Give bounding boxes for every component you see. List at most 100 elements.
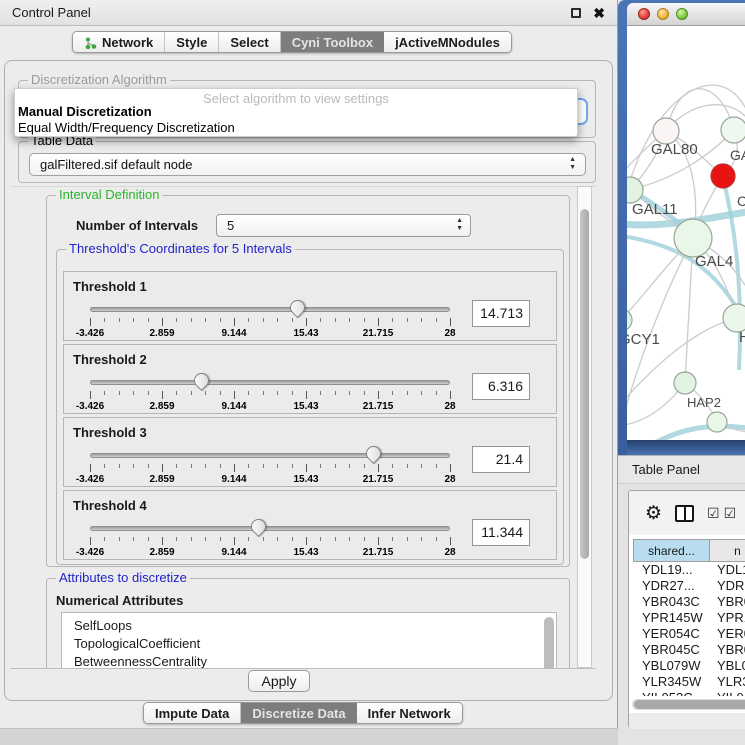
list-scrollbar-thumb[interactable] [544,617,554,668]
tick-mark [263,391,264,395]
slider-track[interactable] [90,526,450,531]
tick-mark [263,464,264,468]
threshold-4-value-field[interactable]: 11.344 [472,519,530,546]
mac-minimize-button[interactable] [657,8,669,20]
cell-shared-name: YLR345W [633,674,710,690]
threshold-3-slider[interactable]: -3.4262.8599.14415.4321.71528 [90,448,450,484]
split-view-icon[interactable] [675,505,694,522]
tick-mark [176,464,177,468]
list-item-selfloops[interactable]: SelfLoops [74,617,556,635]
tick-mark [133,391,134,395]
scrollbar-thumb[interactable] [580,209,589,559]
slider-thumb[interactable] [248,516,269,537]
slider-thumb[interactable] [363,443,384,464]
network-node[interactable] [723,304,745,332]
table-row[interactable]: YDL19...YDL1 [633,562,745,578]
table-row[interactable]: YPR145WYPR1 [633,610,745,626]
number-of-intervals-label: Number of Intervals [76,218,198,233]
dropdown-item-equal-width-frequency[interactable]: Equal Width/Frequency Discretization [18,120,235,135]
slider-track[interactable] [90,380,450,385]
table-row[interactable]: YBR045CYBR0 [633,642,745,658]
network-node[interactable] [707,412,727,432]
tick-mark [392,391,393,395]
tick-label: 9.144 [221,547,246,558]
tab-network[interactable]: Network [73,32,165,52]
list-item-topologicalcoefficient[interactable]: TopologicalCoefficient [74,635,556,653]
network-node[interactable] [711,164,735,188]
tick-mark [104,464,105,468]
tick-label: 21.715 [363,547,394,558]
apply-button[interactable]: Apply [248,670,310,692]
table-horizontal-scrollbar[interactable] [632,699,745,710]
mac-zoom-button[interactable] [676,8,688,20]
column-header-n[interactable]: n [710,539,745,562]
threshold-1-value-field[interactable]: 14.713 [472,300,530,327]
table-row[interactable]: YDR27...YDR2 [633,578,745,594]
threshold-2-slider[interactable]: -3.4262.8599.14415.4321.71528 [90,375,450,411]
tick-mark [205,537,206,541]
checkbox-checked-icon[interactable]: ☑ [724,506,737,520]
gear-icon[interactable]: ⚙ [645,504,662,523]
tab-select[interactable]: Select [219,32,280,52]
checkbox-checked-icon[interactable]: ☑ [707,506,720,520]
tick-mark [320,318,321,322]
slider-ticks [90,318,450,327]
table-data-value: galFiltered.sif default node [40,157,192,172]
close-icon[interactable]: ✖ [593,8,605,18]
slider-thumb[interactable] [287,297,308,318]
settings-vertical-scrollbar[interactable] [577,186,592,668]
slider-ticks [90,537,450,546]
network-node[interactable] [721,117,745,143]
table-row[interactable]: YBL079WYBL0 [633,658,745,674]
tick-label: -3.426 [76,547,104,558]
threshold-3-value-field[interactable]: 21.4 [472,446,530,473]
network-node[interactable] [674,372,696,394]
tick-mark [378,464,379,472]
table-row[interactable]: YER054CYER0 [633,626,745,642]
tab-discretize-data[interactable]: Discretize Data [241,703,356,723]
tab-cyni-toolbox[interactable]: Cyni Toolbox [281,32,384,52]
tick-mark [234,464,235,472]
tick-label: -3.426 [76,474,104,485]
threshold-4-slider[interactable]: -3.4262.8599.14415.4321.71528 [90,521,450,557]
scrollbar-thumb[interactable] [634,700,745,709]
dropdown-item-manual-discretization[interactable]: Manual Discretization [18,104,152,119]
tick-mark [205,464,206,468]
threshold-4-box: Threshold 4-3.4262.8599.14415.4321.71528… [63,490,557,560]
tick-mark [292,391,293,395]
numerical-attributes-list[interactable]: SelfLoopsTopologicalCoefficientBetweenne… [61,612,557,668]
slider-track[interactable] [90,307,450,312]
tick-mark [263,318,264,322]
table-row[interactable]: YBR043CYBR0 [633,594,745,610]
tick-mark [277,537,278,541]
tick-mark [263,537,264,541]
slider-thumb[interactable] [190,370,211,391]
network-node[interactable] [674,219,712,257]
tick-mark [436,537,437,541]
table-row[interactable]: YLR345WYLR3 [633,674,745,690]
threshold-2-value-field[interactable]: 6.316 [472,373,530,400]
tab-style[interactable]: Style [165,32,219,52]
panel-title: Control Panel [12,5,91,20]
mac-close-button[interactable] [638,8,650,20]
table-row[interactable]: YIL052CYIL0 [633,690,745,696]
cell-name: YLR3 [710,674,745,690]
cell-name: YDL1 [710,562,745,578]
tick-mark [378,318,379,326]
network-canvas[interactable]: GAL80GAGAL11CGAL4GCY1HHAP2 [627,26,745,440]
float-window-icon[interactable] [571,8,581,18]
network-node[interactable] [627,309,632,331]
network-icon [84,36,97,49]
slider-track[interactable] [90,453,450,458]
tick-mark [90,464,91,472]
list-item-betweennesscentrality[interactable]: BetweennessCentrality [74,653,556,668]
threshold-1-slider[interactable]: -3.4262.8599.14415.4321.71528 [90,302,450,338]
column-header-shared-[interactable]: shared... [633,539,710,562]
tab-infer-network[interactable]: Infer Network [357,703,462,723]
number-of-intervals-spinner[interactable]: 5 ▲▼ [216,214,471,237]
table-data-combobox[interactable]: galFiltered.sif default node ▲▼ [29,153,586,176]
tick-mark [335,391,336,395]
tab-jactivemnodules[interactable]: jActiveMNodules [384,32,511,52]
tab-impute-data[interactable]: Impute Data [144,703,241,723]
tick-mark [349,537,350,541]
